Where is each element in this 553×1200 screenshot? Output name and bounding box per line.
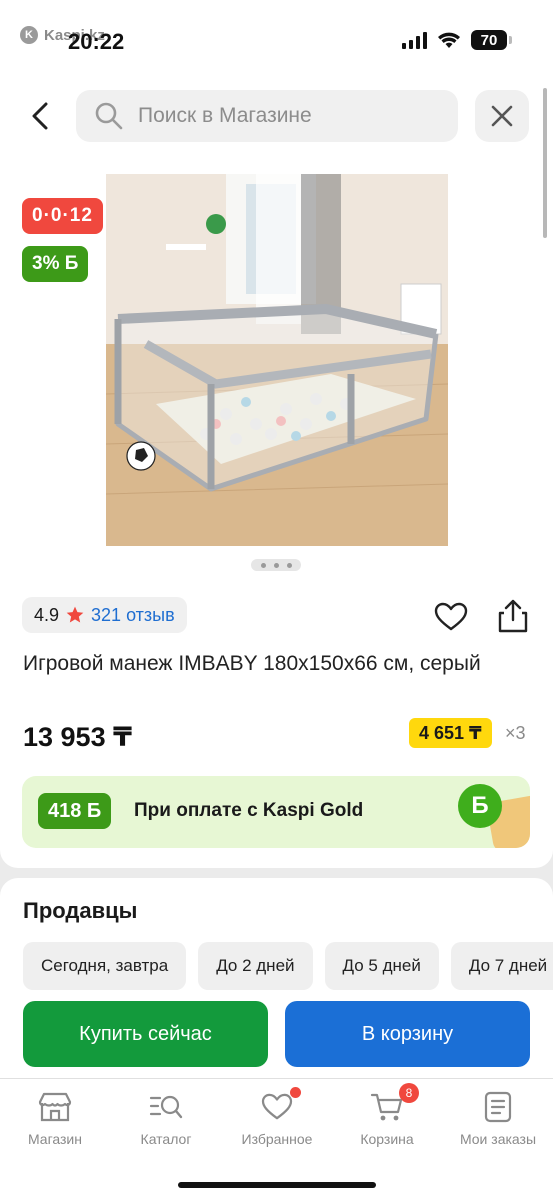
status-bar: K Kaspi.kz 20:22 70 — [0, 0, 553, 78]
product-title: Игровой манеж IMBABY 180x150x66 см, серы… — [23, 652, 481, 675]
sellers-title: Продавцы — [23, 898, 138, 923]
installment-promo-badge: 0·0·12 — [22, 198, 103, 234]
reviews-link[interactable]: 321 отзыв — [91, 605, 175, 626]
star-icon — [66, 606, 84, 623]
bonus-percent-badge: 3% Б — [22, 246, 89, 282]
wifi-icon — [438, 32, 460, 48]
tab-label: Корзина — [360, 1131, 414, 1147]
tab-shop[interactable]: Магазин — [0, 1091, 110, 1147]
product-image[interactable] — [106, 174, 448, 546]
orders-icon — [484, 1091, 512, 1123]
kaspi-logo-icon: K — [20, 26, 38, 44]
tab-label: Мои заказы — [459, 1131, 537, 1147]
home-indicator[interactable] — [178, 1182, 376, 1188]
filter-chip[interactable]: До 7 дней — [450, 942, 553, 990]
search-placeholder: Поиск в Магазине — [138, 104, 312, 127]
filter-chip[interactable]: До 2 дней — [198, 942, 313, 990]
search-icon — [95, 102, 123, 130]
tab-orders[interactable]: Мои заказы — [443, 1091, 553, 1147]
tab-label: Магазин — [27, 1131, 82, 1147]
share-button[interactable] — [496, 598, 530, 639]
rating-score: 4.9 — [34, 604, 60, 625]
heart-icon — [261, 1093, 293, 1120]
search-input[interactable]: Поиск в Магазине — [76, 90, 458, 142]
tab-label: Каталог — [140, 1131, 192, 1147]
heart-icon — [434, 602, 468, 631]
rating-chip[interactable]: 4.9 321 отзыв — [22, 597, 187, 633]
notification-dot — [290, 1087, 301, 1098]
chevron-left-icon — [32, 102, 48, 130]
buy-now-button[interactable]: Купить сейчас — [23, 1001, 268, 1067]
close-button[interactable] — [475, 90, 529, 142]
tab-label: Избранное — [241, 1131, 313, 1147]
product-price: 13 953 ₸ — [23, 722, 132, 752]
bonus-text: При оплате с Kaspi Gold — [134, 800, 364, 821]
tab-favorites[interactable]: Избранное — [222, 1087, 332, 1147]
bonus-amount: 418 Б — [38, 793, 112, 829]
signal-icon — [402, 31, 427, 49]
filter-chip[interactable]: До 5 дней — [324, 942, 439, 990]
status-icons: 70 — [402, 30, 512, 50]
catalog-icon — [149, 1095, 183, 1119]
shop-icon — [38, 1092, 72, 1122]
back-button[interactable] — [26, 96, 56, 136]
kaspi-gold-bonus-banner[interactable]: 418 Б При оплате с Kaspi Gold Б — [22, 776, 530, 848]
add-to-cart-button[interactable]: В корзину — [285, 1001, 530, 1067]
clock: 20:22 — [68, 29, 125, 54]
installment-price: 4 651 ₸ — [409, 718, 492, 748]
scrollbar[interactable] — [543, 88, 547, 238]
product-card: Поиск в Магазине 0·0·12 3% Б 4.9 321 отз… — [0, 78, 553, 868]
delivery-filter-chips: Сегодня, завтра До 2 дней До 5 дней До 7… — [23, 942, 553, 990]
tab-cart[interactable]: 8 Корзина — [332, 1083, 442, 1147]
image-pager[interactable] — [251, 559, 301, 571]
favorite-button[interactable] — [434, 602, 468, 637]
tab-catalog[interactable]: Каталог — [111, 1091, 221, 1147]
bonus-coin-icon: Б — [458, 784, 502, 828]
close-icon — [491, 105, 513, 127]
battery-icon: 70 — [471, 30, 512, 50]
installment-multiplier: ×3 — [505, 723, 526, 743]
filter-chip[interactable]: Сегодня, завтра — [23, 942, 187, 990]
share-icon — [498, 599, 528, 633]
cart-count-badge: 8 — [399, 1083, 419, 1103]
